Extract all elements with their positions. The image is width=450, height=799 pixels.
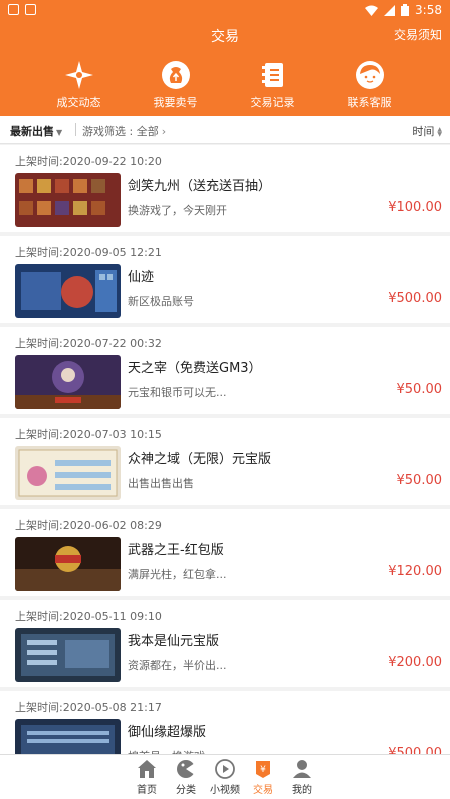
listing-price: ¥120.00 xyxy=(388,564,442,579)
listing-desc: 元宝和银币可以无... xyxy=(128,386,227,399)
listing-desc: 满屏光柱，红包拿... xyxy=(128,568,227,581)
quick-contact-service[interactable]: 联系客服 xyxy=(321,60,418,110)
listing-time: 上架时间:2020-09-05 12:21 xyxy=(15,246,162,259)
tab-label: 分类 xyxy=(176,785,196,796)
wifi-icon xyxy=(365,5,379,16)
tab-label: 首页 xyxy=(137,785,157,796)
listing-time: 上架时间:2020-05-08 21:17 xyxy=(15,701,162,714)
listing-desc: 出售出售出售 xyxy=(128,477,194,490)
caret-down-icon: ▼ xyxy=(56,128,63,137)
battery-icon xyxy=(401,4,410,16)
category-icon xyxy=(177,760,195,778)
listing-title: 武器之王-红包版 xyxy=(128,543,224,558)
tab-short-video[interactable]: 小视频 xyxy=(205,759,245,796)
notification-icon xyxy=(8,4,19,15)
listing-card[interactable]: 上架时间:2020-09-22 10:20 剑笑九州（送充送百抽） 换游戏了，今… xyxy=(0,145,450,236)
sort-dropdown[interactable]: 最新出售 ▼ xyxy=(10,123,62,139)
quick-trade-records[interactable]: 交易记录 xyxy=(224,60,321,110)
user-icon xyxy=(293,760,311,778)
listing-time: 上架时间:2020-07-03 10:15 xyxy=(15,428,162,441)
quick-deal-news[interactable]: 成交动态 xyxy=(30,60,127,110)
game-filter-label: 游戏筛选 : 全部 xyxy=(82,125,159,138)
trade-notice-link[interactable]: 交易须知 xyxy=(394,26,442,43)
listing-card[interactable]: 上架时间:2020-07-03 10:15 众神之域（无限）元宝版 出售出售出售… xyxy=(0,418,450,509)
tab-trade[interactable]: ¥ 交易 xyxy=(243,759,283,796)
listing-time: 上架时间:2020-06-02 08:29 xyxy=(15,519,162,532)
listing-title: 众神之域（无限）元宝版 xyxy=(128,452,272,467)
signal-icon xyxy=(384,4,396,16)
listing-title: 剑笑九州（送充送百抽） xyxy=(128,179,272,194)
tab-label: 小视频 xyxy=(210,785,240,796)
tab-home[interactable]: 首页 xyxy=(127,759,167,796)
trade-icon: ¥ xyxy=(256,761,270,778)
time-sort[interactable]: 时间 ▲ ▼ xyxy=(412,123,442,139)
customer-service-icon xyxy=(355,61,384,89)
chevron-right-icon: › xyxy=(161,125,167,138)
page-title: 交易 xyxy=(211,29,239,45)
listing-price: ¥500.00 xyxy=(388,291,442,306)
divider xyxy=(75,123,76,136)
listing-desc: 新区极品账号 xyxy=(128,295,194,308)
listing-title: 仙迹 xyxy=(128,270,155,285)
sort-label: 最新出售 xyxy=(10,125,54,138)
listing-thumbnail xyxy=(15,628,121,682)
listing-desc: 资源都在，半价出... xyxy=(128,659,227,672)
listing-price: ¥100.00 xyxy=(388,200,442,215)
quick-actions: 成交动态 我要卖号 交易记录 联系客服 xyxy=(0,60,450,110)
header: 交易 交易须知 成交动态 我要卖号 交易记录 联系客服 xyxy=(0,20,450,116)
listing-title: 我本是仙元宝版 xyxy=(128,634,220,649)
listing-price: ¥200.00 xyxy=(388,655,442,670)
home-icon xyxy=(138,760,156,778)
status-bar: 3:58 xyxy=(0,0,450,20)
listing-price: ¥50.00 xyxy=(396,473,443,488)
tab-label: 交易 xyxy=(253,785,273,796)
listing-time: 上架时间:2020-05-11 09:10 xyxy=(15,610,162,623)
filter-bar: 最新出售 ▼ 游戏筛选 : 全部 › 时间 ▲ ▼ xyxy=(0,116,450,144)
listing-thumbnail xyxy=(15,264,121,318)
listing-card[interactable]: 上架时间:2020-09-05 12:21 仙迹 新区极品账号 ¥500.00 xyxy=(0,236,450,327)
listing-price: ¥50.00 xyxy=(396,382,443,397)
quick-label: 我要卖号 xyxy=(153,96,198,109)
sort-arrows-icon: ▲ ▼ xyxy=(437,126,442,138)
listing-time: 上架时间:2020-09-22 10:20 xyxy=(15,155,162,168)
tab-mine[interactable]: 我的 xyxy=(282,759,322,796)
tab-category[interactable]: 分类 xyxy=(166,759,206,796)
listing-list: 上架时间:2020-09-22 10:20 剑笑九州（送充送百抽） 换游戏了，今… xyxy=(0,145,450,782)
tab-label: 我的 xyxy=(292,785,312,796)
quick-label: 联系客服 xyxy=(347,96,392,109)
listing-time: 上架时间:2020-07-22 00:32 xyxy=(15,337,162,350)
svg-text:¥: ¥ xyxy=(260,765,266,775)
time-sort-label: 时间 xyxy=(412,125,435,138)
listing-card[interactable]: 上架时间:2020-05-11 09:10 我本是仙元宝版 资源都在，半价出..… xyxy=(0,600,450,691)
listing-thumbnail xyxy=(15,446,121,500)
listing-thumbnail xyxy=(15,173,121,227)
status-time: 3:58 xyxy=(415,3,442,17)
compass-icon xyxy=(64,61,93,89)
play-icon xyxy=(215,759,235,779)
listing-title: 御仙缘超爆版 xyxy=(128,725,207,740)
listing-title: 天之宰（免费送GM3） xyxy=(128,361,262,376)
listing-thumbnail xyxy=(15,537,121,591)
quick-label: 成交动态 xyxy=(56,96,101,109)
quick-sell-account[interactable]: 我要卖号 xyxy=(127,60,224,110)
listing-card[interactable]: 上架时间:2020-06-02 08:29 武器之王-红包版 满屏光柱，红包拿.… xyxy=(0,509,450,600)
listing-desc: 换游戏了，今天刚开 xyxy=(128,204,227,217)
listing-thumbnail xyxy=(15,355,121,409)
bottom-tab-bar: 首页 分类 小视频 ¥ 交易 我的 xyxy=(0,754,450,799)
a-notification-icon xyxy=(25,4,36,15)
game-filter[interactable]: 游戏筛选 : 全部 › xyxy=(82,123,166,139)
listing-card[interactable]: 上架时间:2020-07-22 00:32 天之宰（免费送GM3） 元宝和银币可… xyxy=(0,327,450,418)
money-bag-icon xyxy=(161,61,190,89)
record-book-icon xyxy=(261,63,283,87)
quick-label: 交易记录 xyxy=(250,96,295,109)
